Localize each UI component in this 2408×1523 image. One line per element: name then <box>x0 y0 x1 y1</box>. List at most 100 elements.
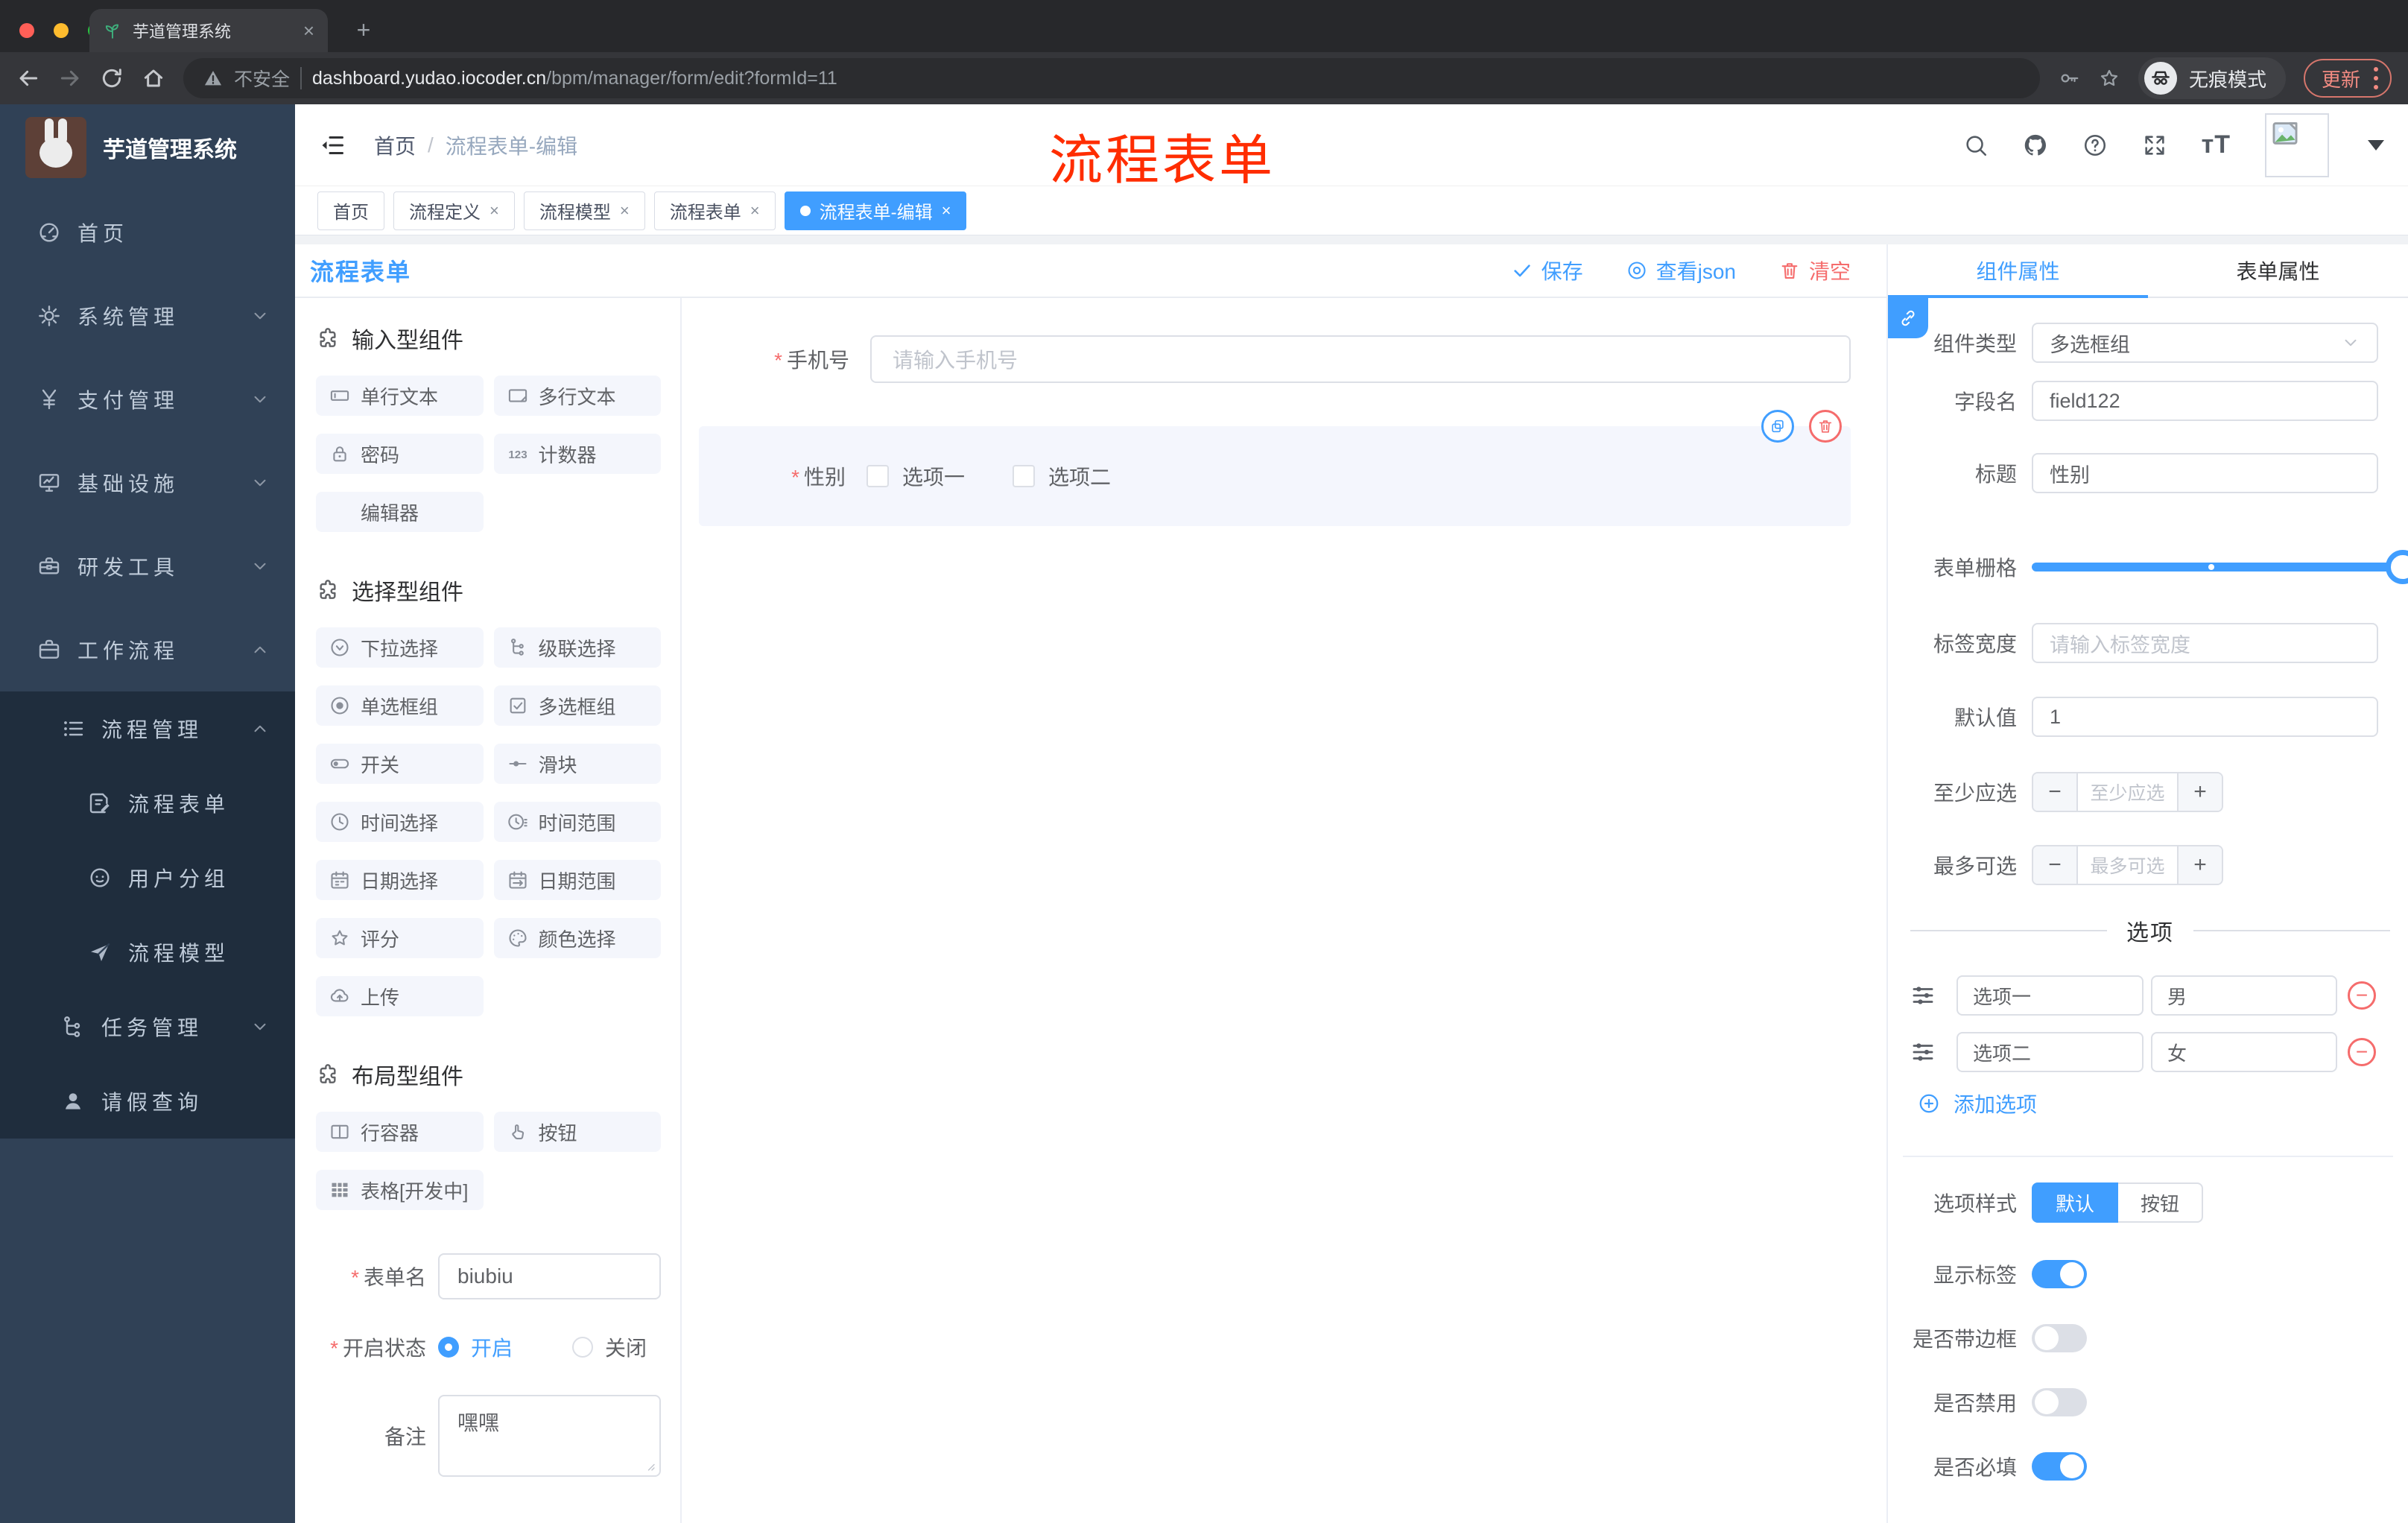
component-item[interactable]: 多选框组 <box>493 685 661 726</box>
font-size-icon[interactable]: тT <box>2202 130 2231 159</box>
minimize-window-button[interactable] <box>54 23 69 38</box>
slider-handle[interactable] <box>2386 550 2408 584</box>
grid-slider[interactable] <box>2032 550 2408 584</box>
password-key-icon[interactable] <box>2058 67 2080 89</box>
component-item[interactable]: 密码 <box>316 434 484 474</box>
option-label-input[interactable]: 选项二 <box>1956 1032 2144 1072</box>
tab-component-props[interactable]: 组件属性 <box>1888 244 2148 297</box>
sidebar-item[interactable]: 流程管理 <box>0 691 295 766</box>
update-button[interactable]: 更新 <box>2303 59 2392 98</box>
stepper-increase-button[interactable] <box>2177 846 2222 884</box>
title-input[interactable]: 性别 <box>2032 453 2378 493</box>
tag-tab[interactable]: 首页 <box>317 191 384 230</box>
style-default-button[interactable]: 默认 <box>2032 1182 2119 1223</box>
tag-tab[interactable]: 流程模型 <box>523 191 645 230</box>
label-width-input[interactable]: 请输入标签宽度 <box>2032 623 2378 663</box>
component-item[interactable]: 行容器 <box>316 1112 484 1152</box>
phone-field-input[interactable]: 请输入手机号 <box>870 335 1851 383</box>
home-icon[interactable] <box>142 66 165 90</box>
drag-handle-icon[interactable] <box>1910 983 1936 1008</box>
component-item[interactable]: 编辑器 <box>316 492 484 532</box>
checkbox-icon[interactable] <box>1013 465 1036 487</box>
avatar[interactable] <box>2265 113 2329 177</box>
gender-checkbox-option[interactable]: 选项二 <box>1013 461 1111 491</box>
component-item[interactable]: 多行文本 <box>493 376 661 416</box>
view-json-button[interactable]: 查看json <box>1626 256 1736 285</box>
breadcrumb-home[interactable]: 首页 <box>374 130 416 160</box>
close-tag-icon[interactable] <box>750 203 760 219</box>
tag-tab[interactable]: 流程表单-编辑 <box>784 191 967 230</box>
browser-tab[interactable]: 芋道管理系统 <box>89 9 328 52</box>
remove-option-button[interactable] <box>2348 1038 2376 1066</box>
field-name-input[interactable]: field122 <box>2032 381 2378 421</box>
avatar-caret-icon[interactable] <box>2368 139 2384 151</box>
new-tab-button[interactable] <box>350 16 377 43</box>
style-button-button[interactable]: 按钮 <box>2118 1182 2204 1223</box>
stepper-decrease-button[interactable] <box>2033 773 2078 811</box>
link-tag[interactable] <box>1888 298 1928 338</box>
component-item[interactable]: 下拉选择 <box>316 627 484 668</box>
help-icon[interactable] <box>2082 133 2108 158</box>
save-button[interactable]: 保存 <box>1512 256 1583 285</box>
component-item[interactable]: 时间选择 <box>316 802 484 842</box>
gender-checkbox-option[interactable]: 选项一 <box>866 461 965 491</box>
component-item[interactable]: 上传 <box>316 976 484 1016</box>
radio-unchecked-icon[interactable] <box>572 1337 594 1358</box>
sidebar-item[interactable]: 流程模型 <box>0 915 295 990</box>
tag-tab[interactable]: 流程表单 <box>653 191 776 230</box>
reload-icon[interactable] <box>100 66 124 90</box>
max-select-placeholder[interactable]: 最多可选 <box>2078 846 2177 884</box>
component-item[interactable]: 滑块 <box>493 744 661 784</box>
close-window-button[interactable] <box>19 23 34 38</box>
sidebar-item[interactable]: 任务管理 <box>0 990 295 1064</box>
checkbox-icon[interactable] <box>866 465 889 487</box>
component-item[interactable]: 单行文本 <box>316 376 484 416</box>
stepper-increase-button[interactable] <box>2177 773 2222 811</box>
add-option-button[interactable]: 添加选项 <box>1888 1089 2408 1118</box>
status-on-option[interactable]: 开启 <box>438 1332 513 1362</box>
drag-handle-icon[interactable] <box>1910 1039 1936 1065</box>
github-icon[interactable] <box>2023 133 2048 158</box>
component-item[interactable]: 表格[开发中] <box>316 1170 484 1210</box>
clear-button[interactable]: 清空 <box>1779 256 1851 285</box>
component-item[interactable]: 评分 <box>316 918 484 958</box>
sidebar-item[interactable]: 支付管理 <box>0 358 295 441</box>
forward-icon[interactable] <box>58 66 82 90</box>
component-item[interactable]: 日期范围 <box>493 860 661 900</box>
toggle-switch[interactable] <box>2032 1260 2087 1288</box>
resize-handle-icon[interactable] <box>643 1459 656 1472</box>
toggle-switch[interactable] <box>2032 1324 2087 1352</box>
radio-checked-icon[interactable] <box>438 1337 459 1358</box>
component-item[interactable]: 开关 <box>316 744 484 784</box>
search-icon[interactable] <box>1963 133 1989 158</box>
component-item[interactable]: 单选框组 <box>316 685 484 726</box>
tag-tab[interactable]: 流程定义 <box>393 191 515 230</box>
stepper-decrease-button[interactable] <box>2033 846 2078 884</box>
form-remark-textarea[interactable]: 嘿嘿 <box>438 1395 661 1477</box>
default-value-input[interactable]: 1 <box>2032 697 2378 737</box>
phone-field-row[interactable]: 手机号 请输入手机号 <box>717 335 1851 383</box>
component-item[interactable]: 计数器 <box>493 434 661 474</box>
min-select-placeholder[interactable]: 至少应选 <box>2078 773 2177 811</box>
status-off-option[interactable]: 关闭 <box>572 1332 647 1362</box>
option-value-input[interactable]: 男 <box>2151 975 2337 1016</box>
selected-gender-component[interactable]: 性别 选项一 <box>699 410 1851 526</box>
sidebar-item[interactable]: 基础设施 <box>0 441 295 525</box>
sidebar-item[interactable]: 系统管理 <box>0 274 295 358</box>
sidebar-item[interactable]: 流程表单 <box>0 766 295 840</box>
delete-component-button[interactable] <box>1809 410 1842 443</box>
fullscreen-icon[interactable] <box>2142 133 2167 158</box>
close-tag-icon[interactable] <box>942 203 951 219</box>
copy-component-button[interactable] <box>1761 410 1794 443</box>
component-item[interactable]: 时间范围 <box>493 802 661 842</box>
bookmark-star-icon[interactable] <box>2098 67 2120 89</box>
close-tag-icon[interactable] <box>489 203 499 219</box>
option-label-input[interactable]: 选项一 <box>1956 975 2144 1016</box>
back-icon[interactable] <box>16 66 40 90</box>
close-tag-icon[interactable] <box>620 203 630 219</box>
option-value-input[interactable]: 女 <box>2151 1032 2337 1072</box>
sidebar-item[interactable]: 研发工具 <box>0 525 295 608</box>
browser-menu-icon[interactable] <box>2374 67 2378 89</box>
toggle-switch[interactable] <box>2032 1388 2087 1416</box>
component-type-select[interactable]: 多选框组 <box>2032 323 2378 363</box>
